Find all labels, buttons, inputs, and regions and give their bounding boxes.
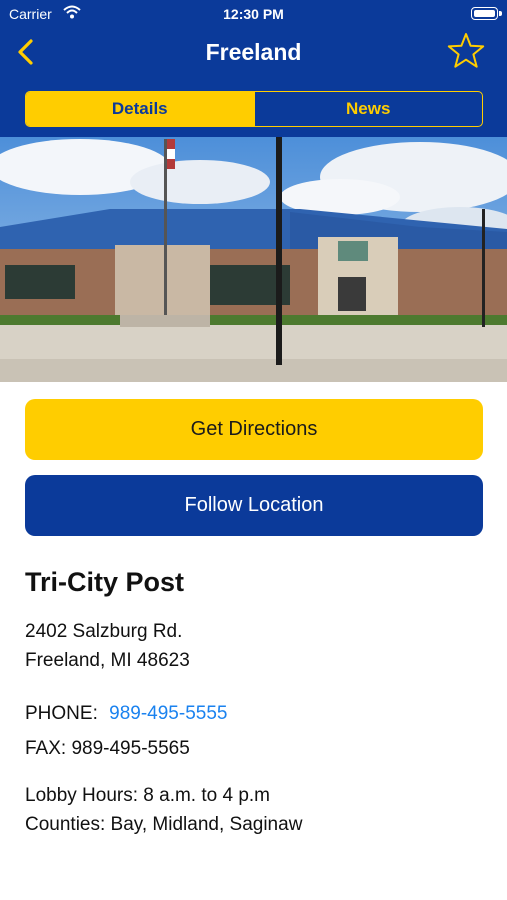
phone-link[interactable]: 989-495-5555 bbox=[109, 703, 227, 724]
battery-icon bbox=[471, 7, 498, 20]
post-name: Tri-City Post bbox=[25, 567, 185, 597]
tab-details[interactable]: Details bbox=[26, 92, 254, 126]
get-directions-button[interactable]: Get Directions bbox=[25, 399, 483, 460]
post-building-photo bbox=[0, 137, 507, 382]
fax-row: FAX: 989-495-5565 bbox=[25, 738, 190, 759]
counties: Counties: Bay, Midland, Saginaw bbox=[25, 814, 303, 835]
post-details: Tri-City Post 2402 Salzburg Rd. Freeland… bbox=[25, 562, 485, 839]
clock: 12:30 PM bbox=[223, 6, 284, 22]
address-line-1: 2402 Salzburg Rd. bbox=[25, 621, 183, 642]
tab-news[interactable]: News bbox=[253, 92, 483, 126]
top-bar: Carrier 12:30 PM Freeland Details News bbox=[0, 0, 507, 137]
phone-row: PHONE: 989-495-5555 bbox=[25, 699, 485, 728]
address-block: 2402 Salzburg Rd. Freeland, MI 48623 bbox=[25, 617, 485, 675]
page-title: Freeland bbox=[205, 39, 302, 65]
status-bar: Carrier 12:30 PM bbox=[0, 0, 507, 28]
lobby-hours: Lobby Hours: 8 a.m. to 4 p.m bbox=[25, 785, 271, 806]
hours-block: Lobby Hours: 8 a.m. to 4 p.m Counties: B… bbox=[25, 781, 485, 839]
segmented-control: Details News bbox=[25, 91, 483, 127]
phone-label: PHONE: bbox=[25, 703, 98, 724]
navigation-bar: Freeland bbox=[0, 28, 507, 80]
battery-cap bbox=[499, 11, 502, 16]
address-line-2: Freeland, MI 48623 bbox=[25, 650, 190, 671]
follow-location-button[interactable]: Follow Location bbox=[25, 475, 483, 536]
star-favorite-icon[interactable] bbox=[446, 31, 486, 71]
